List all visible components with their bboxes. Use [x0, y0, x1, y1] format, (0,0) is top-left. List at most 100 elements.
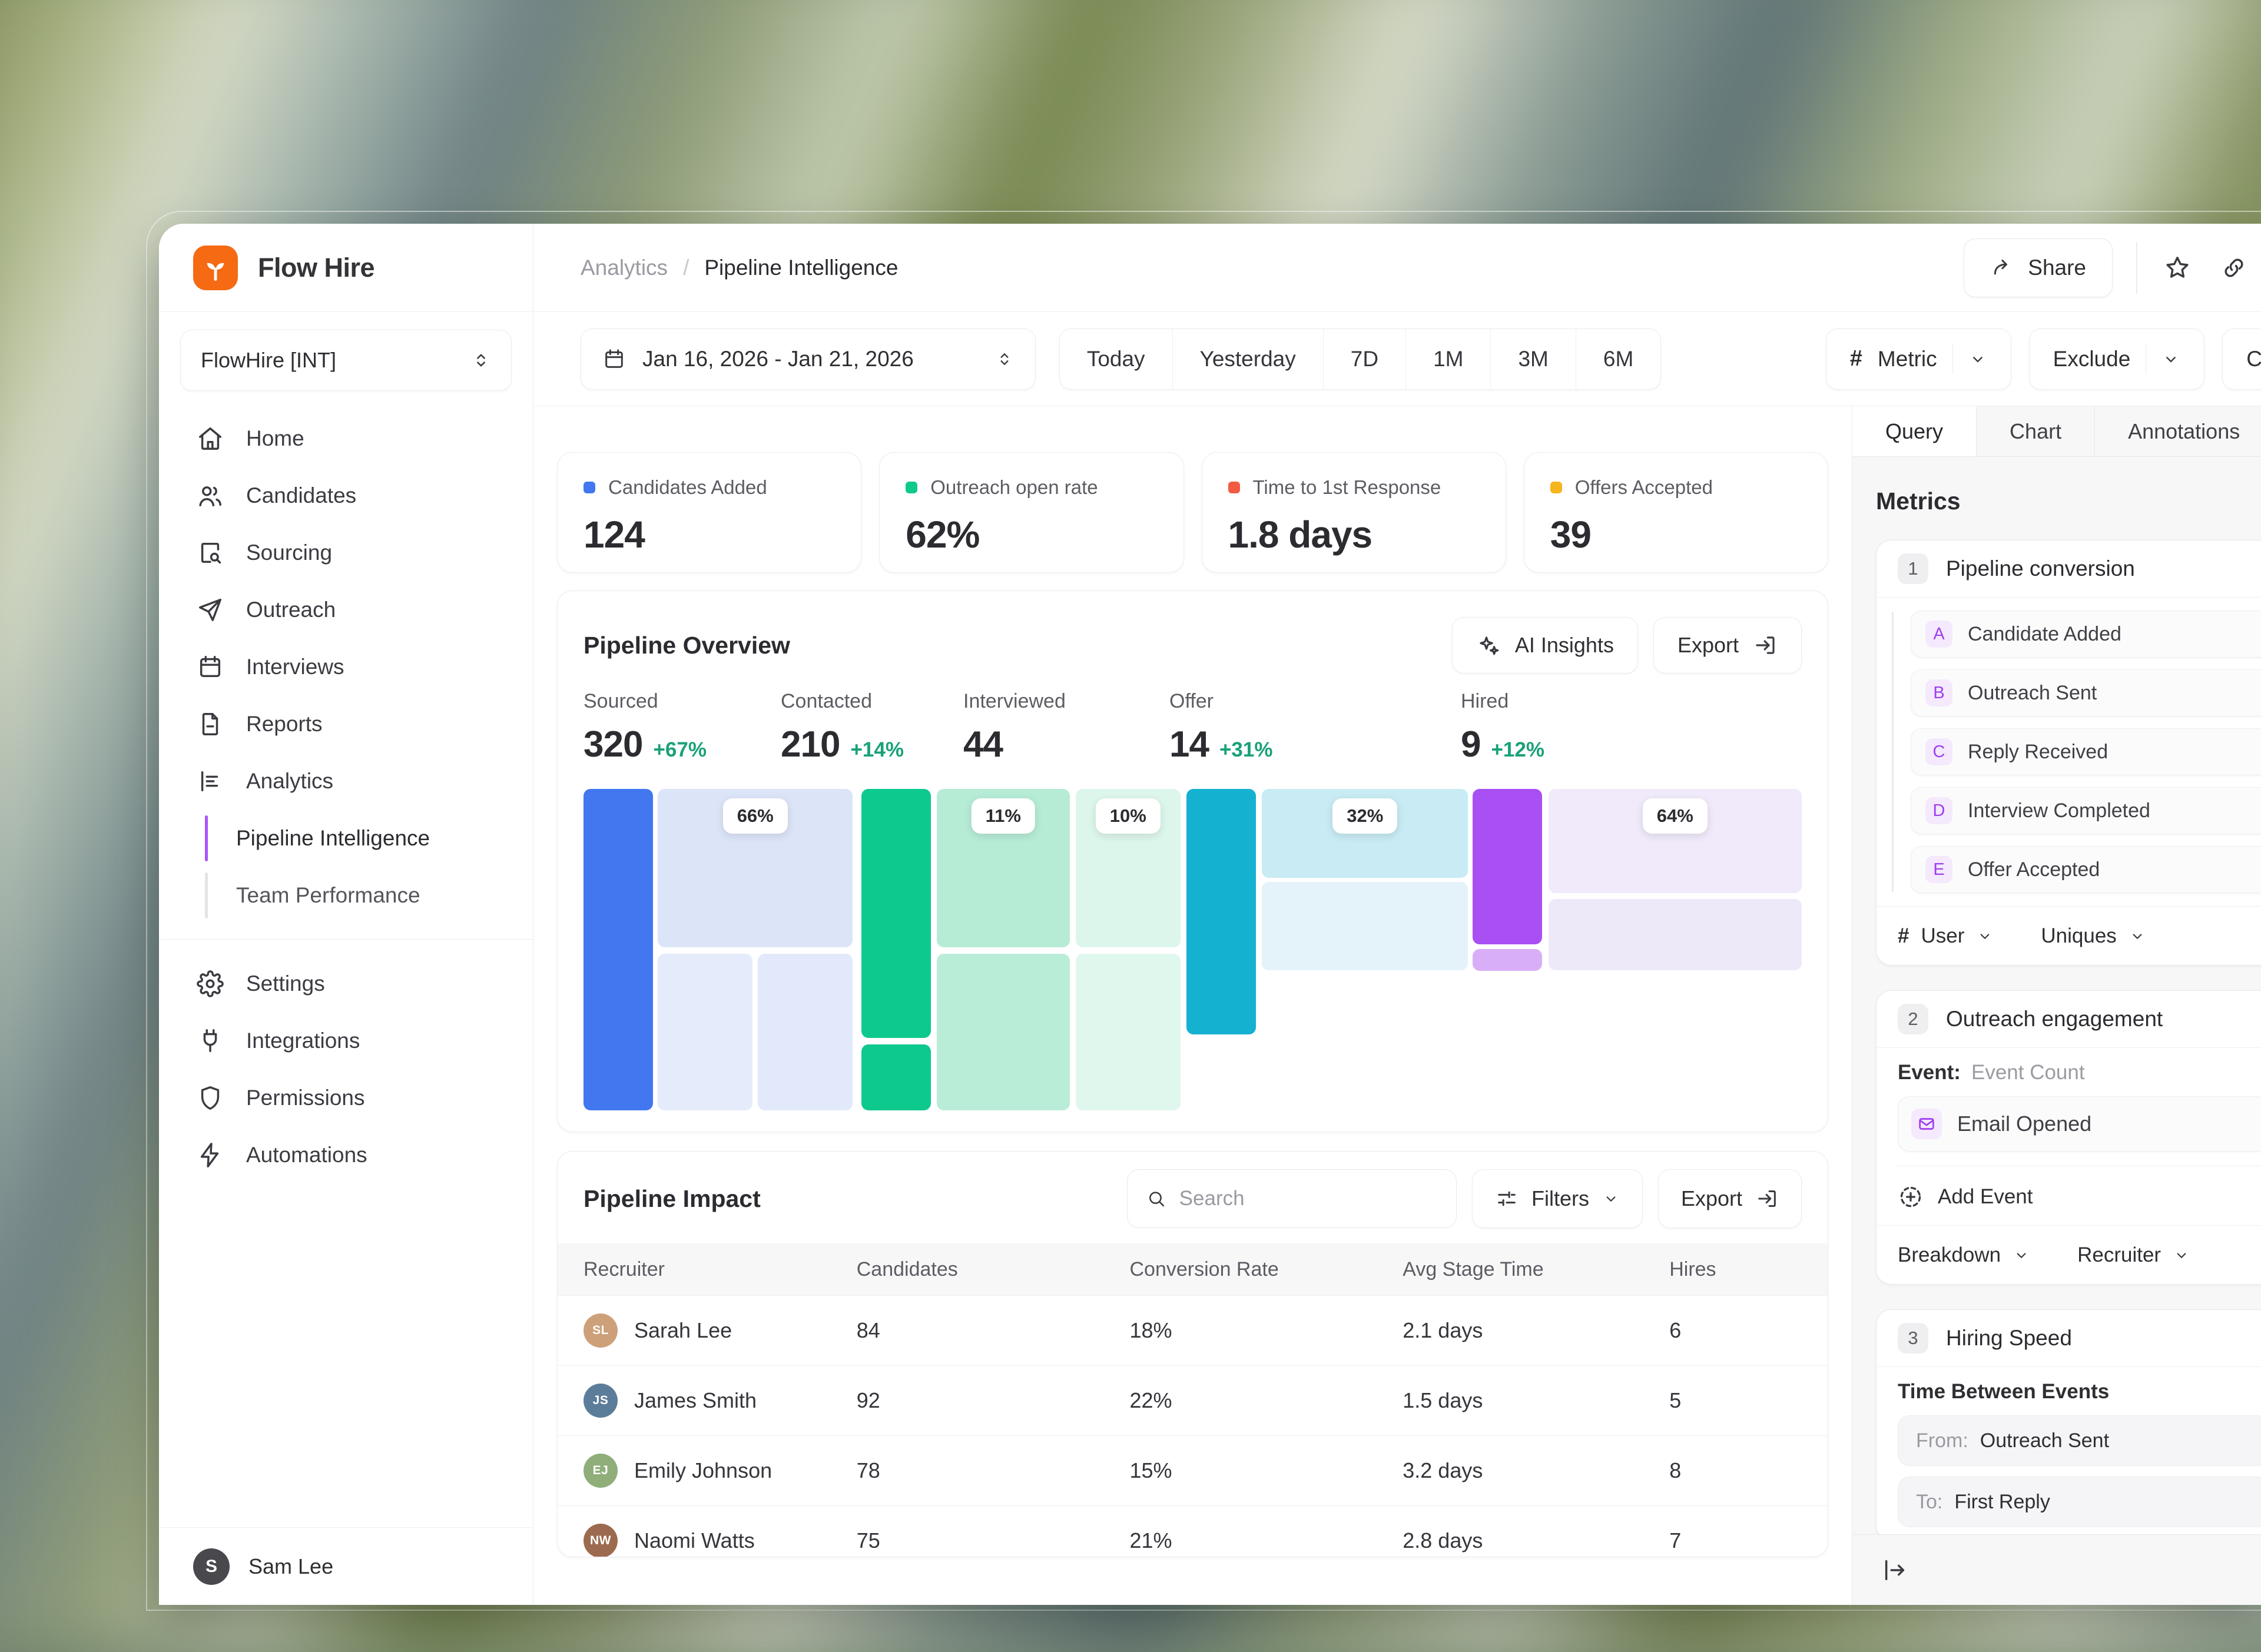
share-button[interactable]: Share: [1964, 238, 2113, 297]
range-6m[interactable]: 6M: [1576, 329, 1660, 389]
favorite-button[interactable]: [2161, 251, 2194, 284]
breadcrumb-separator: /: [683, 256, 689, 280]
funnel-segment[interactable]: [584, 789, 653, 1110]
sidebar-item-candidates[interactable]: Candidates: [159, 467, 533, 524]
chevron-down-icon[interactable]: [2173, 1246, 2190, 1264]
funnel-segment[interactable]: 11%: [937, 789, 1070, 947]
kpi-dot: [584, 482, 595, 493]
step-outreach-sent[interactable]: B Outreach Sent: [1911, 669, 2261, 716]
sidebar-item-permissions[interactable]: Permissions: [159, 1069, 533, 1126]
funnel-segment[interactable]: [758, 954, 853, 1110]
avg-stage-time-cell: 2.8 days: [1377, 1528, 1643, 1553]
date-range-picker[interactable]: Jan 16, 2026 - Jan 21, 2026: [581, 329, 1036, 390]
export-button[interactable]: Export: [1653, 617, 1802, 674]
workspace-selector[interactable]: FlowHire [INT]: [180, 330, 512, 391]
metric-card-header[interactable]: 3 Hiring Speed: [1877, 1310, 2261, 1367]
sidebar-item-interviews[interactable]: Interviews: [159, 638, 533, 695]
sidebar-item-outreach[interactable]: Outreach: [159, 581, 533, 638]
kpi-dot: [1550, 482, 1562, 493]
metric-card-header[interactable]: 1 Pipeline conversion: [1877, 540, 2261, 598]
exclude-button[interactable]: Exclude: [2029, 329, 2205, 390]
step-reply-received[interactable]: C Reply Received: [1911, 728, 2261, 775]
funnel-segment[interactable]: [1076, 954, 1181, 1110]
table-row[interactable]: SLSarah Lee 84 18% 2.1 days 6: [558, 1295, 1828, 1365]
step-offer-accepted[interactable]: E Offer Accepted: [1911, 846, 2261, 893]
funnel-segment[interactable]: [658, 954, 752, 1110]
chevron-down-icon[interactable]: [1976, 927, 1994, 945]
sidebar-item-integrations[interactable]: Integrations: [159, 1012, 533, 1069]
funnel-segment[interactable]: [1473, 949, 1542, 971]
add-event-button[interactable]: Add Event: [1898, 1180, 2261, 1212]
sidebar-item-sourcing[interactable]: Sourcing: [159, 524, 533, 581]
metric-card-header[interactable]: 2 Outreach engagement: [1877, 991, 2261, 1048]
hires-cell: 6: [1643, 1318, 1828, 1343]
sidebar-item-home[interactable]: Home: [159, 410, 533, 467]
kpi-card-candidates-added[interactable]: Candidates Added 124: [557, 452, 861, 573]
measure-dropdown[interactable]: User: [1921, 924, 1964, 948]
sidebar-item-label: Automations: [246, 1143, 367, 1167]
funnel-segment[interactable]: [1262, 882, 1468, 970]
chevron-down-icon[interactable]: [2129, 927, 2146, 945]
copy-link-button[interactable]: [2217, 251, 2250, 284]
table-row[interactable]: JSJames Smith 92 22% 1.5 days 5: [558, 1365, 1828, 1435]
sidebar-subitem-team-performance[interactable]: Team Performance: [159, 867, 533, 924]
filters-button[interactable]: Filters: [1472, 1169, 1643, 1228]
table-row[interactable]: EJEmily Johnson 78 15% 3.2 days 8: [558, 1435, 1828, 1505]
funnel-segment[interactable]: [861, 789, 931, 1038]
funnel-segment[interactable]: 66%: [658, 789, 853, 947]
tab-chart[interactable]: Chart: [1977, 406, 2095, 456]
ai-insights-button[interactable]: AI Insights: [1452, 617, 1638, 674]
search-input[interactable]: [1179, 1187, 1437, 1210]
range-3m[interactable]: 3M: [1491, 329, 1576, 389]
kpi-label: Candidates Added: [608, 476, 767, 499]
to-event-selector[interactable]: To: First Reply: [1898, 1477, 2261, 1527]
kpi-card-time-to-response[interactable]: Time to 1st Response 1.8 days: [1202, 452, 1506, 573]
range-yesterday[interactable]: Yesterday: [1173, 329, 1324, 389]
collapse-panel-button[interactable]: [1878, 1554, 1911, 1587]
aggregation-dropdown[interactable]: Uniques: [2041, 924, 2116, 948]
funnel-segment[interactable]: [1186, 789, 1256, 1034]
chevron-down-icon[interactable]: [2013, 1246, 2030, 1264]
breakdown-value-dropdown[interactable]: Recruiter: [2077, 1243, 2161, 1267]
search-box[interactable]: [1127, 1169, 1457, 1228]
sidebar-item-reports[interactable]: Reports: [159, 695, 533, 752]
range-1m[interactable]: 1M: [1406, 329, 1491, 389]
funnel-segment[interactable]: 32%: [1262, 789, 1468, 878]
breadcrumb-analytics[interactable]: Analytics: [581, 256, 668, 280]
range-7d[interactable]: 7D: [1324, 329, 1406, 389]
calendar-icon: [602, 347, 626, 371]
compare-button[interactable]: Comp: [2222, 329, 2261, 390]
metric-button[interactable]: # Metric: [1826, 329, 2011, 390]
column-header[interactable]: Avg Stage Time: [1377, 1258, 1643, 1281]
avatar: EJ: [584, 1454, 618, 1488]
funnel-segment[interactable]: 64%: [1549, 789, 1802, 893]
tab-query[interactable]: Query: [1852, 406, 1977, 456]
funnel-segment[interactable]: [861, 1044, 931, 1110]
table-row[interactable]: NWNaomi Watts 75 21% 2.8 days 7: [558, 1505, 1828, 1557]
column-header[interactable]: Hires: [1643, 1258, 1828, 1281]
sidebar-subitem-pipeline-intelligence[interactable]: Pipeline Intelligence: [159, 810, 533, 867]
column-header[interactable]: Recruiter: [558, 1258, 831, 1281]
event-email-opened[interactable]: Email Opened: [1898, 1096, 2261, 1152]
step-candidate-added[interactable]: A Candidate Added: [1911, 611, 2261, 658]
breakdown-dropdown[interactable]: Breakdown: [1898, 1243, 2001, 1267]
range-today[interactable]: Today: [1060, 329, 1173, 389]
funnel-segment[interactable]: [937, 954, 1070, 1110]
tab-annotations[interactable]: Annotations: [2095, 406, 2261, 456]
sidebar-item-settings[interactable]: Settings: [159, 955, 533, 1012]
column-header[interactable]: Candidates: [831, 1258, 1104, 1281]
sidebar-item-automations[interactable]: Automations: [159, 1126, 533, 1183]
from-event-selector[interactable]: From: Outreach Sent: [1898, 1415, 2261, 1466]
from-label: From:: [1916, 1429, 1968, 1452]
column-header[interactable]: Conversion Rate: [1104, 1258, 1377, 1281]
funnel-segment[interactable]: [1549, 899, 1802, 970]
kpi-card-offers-accepted[interactable]: Offers Accepted 39: [1524, 452, 1828, 573]
sidebar-item-analytics[interactable]: Analytics: [159, 752, 533, 810]
user-row[interactable]: S Sam Lee: [159, 1527, 533, 1605]
export-button[interactable]: Export: [1658, 1169, 1802, 1228]
kpi-card-outreach-open-rate[interactable]: Outreach open rate 62%: [879, 452, 1183, 573]
funnel-segment[interactable]: [1473, 789, 1542, 944]
sidebar-subitem-label: Pipeline Intelligence: [236, 826, 430, 851]
step-interview-completed[interactable]: D Interview Completed: [1911, 787, 2261, 834]
funnel-segment[interactable]: 10%: [1076, 789, 1181, 947]
